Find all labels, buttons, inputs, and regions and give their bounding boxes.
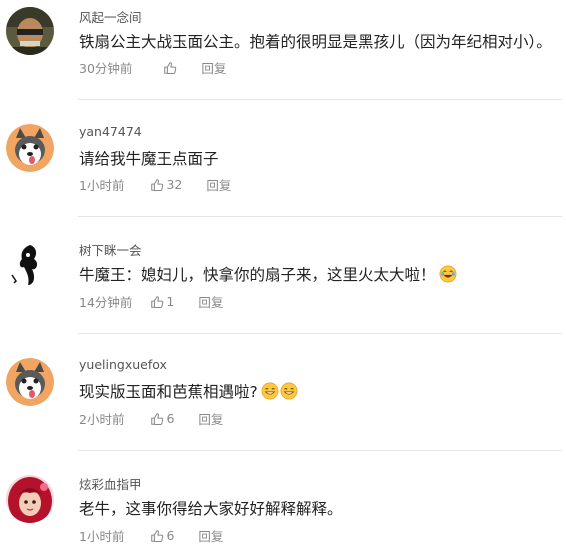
grin-emoji-icon (261, 382, 279, 400)
thumbs-up-icon (151, 295, 164, 308)
like-button[interactable]: 6 (150, 411, 174, 426)
timestamp: 1小时前 (79, 178, 125, 193)
like-button[interactable] (163, 61, 179, 75)
avatar[interactable] (6, 358, 54, 406)
comment-text: 铁扇公主大战玉面公主。抱着的很明显是黑孩儿（因为年纪相对小）。 (79, 33, 552, 51)
avatar[interactable] (6, 7, 54, 55)
comment-text-content: 现实版玉面和芭蕉相遇啦? (79, 383, 258, 401)
thumbs-up-icon (151, 529, 164, 542)
like-button[interactable]: 6 (150, 528, 174, 543)
comment-text-content: 牛魔王：媳妇儿，快拿你的扇子来，这里火太大啦！ (79, 266, 436, 284)
thumbs-up-icon (151, 178, 164, 191)
comment-text: 请给我牛魔王点面子 (79, 150, 219, 168)
red-hair-girl-avatar-icon (6, 475, 54, 523)
reply-button[interactable]: 回复 (198, 292, 223, 311)
divider (78, 450, 562, 451)
comment-meta: 2小时前 6 回复 (79, 409, 223, 428)
timestamp: 30分钟前 (79, 61, 133, 76)
like-count: 32 (166, 177, 183, 192)
thumbs-up-icon (151, 412, 164, 425)
husky-avatar-icon (6, 124, 54, 172)
avatar[interactable] (6, 475, 54, 523)
grin-emoji-icon (280, 382, 298, 400)
like-button[interactable]: 32 (150, 177, 182, 192)
username[interactable]: yuelingxuefox (79, 357, 167, 372)
like-count: 6 (166, 411, 175, 426)
timestamp: 14分钟前 (79, 295, 133, 310)
username[interactable]: 树下眯一会 (79, 240, 142, 259)
username[interactable]: 风起一念间 (79, 7, 142, 26)
timestamp: 2小时前 (79, 412, 125, 427)
avatar[interactable] (6, 124, 54, 172)
comment-meta: 1小时前 32 回复 (79, 175, 231, 194)
avatar[interactable] (6, 241, 54, 289)
comment-text: 现实版玉面和芭蕉相遇啦? (79, 380, 298, 402)
reply-button[interactable]: 回复 (198, 409, 223, 428)
timestamp: 1小时前 (79, 529, 125, 544)
thumbs-up-icon (164, 61, 177, 74)
reply-button[interactable]: 回复 (201, 58, 226, 77)
reply-button[interactable]: 回复 (206, 175, 231, 194)
username[interactable]: 炫彩血指甲 (79, 474, 142, 493)
ink-figure-avatar-icon (6, 241, 54, 289)
comment-meta: 30分钟前 回复 (79, 58, 226, 77)
like-button[interactable]: 1 (150, 294, 174, 309)
divider (78, 333, 562, 334)
like-count: 6 (166, 528, 175, 543)
laughing-emoji-icon (439, 265, 456, 283)
username[interactable]: yan47474 (79, 124, 142, 139)
photo-avatar-icon (6, 7, 54, 55)
reply-button[interactable]: 回复 (198, 526, 223, 545)
divider (78, 99, 562, 100)
comment-text: 老牛，这事你得给大家好好解释解释。 (79, 500, 343, 518)
divider (78, 216, 562, 217)
comment-meta: 1小时前 6 回复 (79, 526, 223, 545)
comment-text: 牛魔王：媳妇儿，快拿你的扇子来，这里火太大啦！ (79, 263, 457, 285)
like-count: 1 (166, 294, 175, 309)
husky-avatar-icon (6, 358, 54, 406)
comment-meta: 14分钟前 1 回复 (79, 292, 223, 311)
